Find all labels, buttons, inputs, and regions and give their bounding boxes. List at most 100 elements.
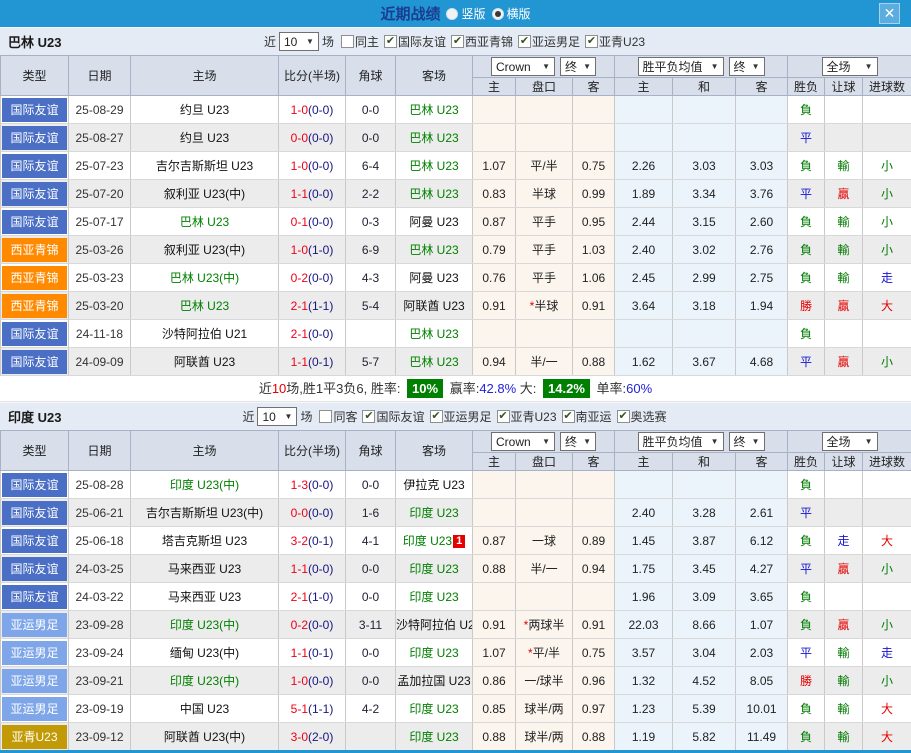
odds-stage-select[interactable]: 终▼ [560, 57, 596, 76]
league-filter-1[interactable]: ✔西亚青锦 [451, 33, 515, 50]
league-filter-4-checkbox-icon[interactable]: ✔ [617, 410, 630, 423]
same-venue[interactable]: 同主 [341, 33, 381, 50]
same-venue[interactable]: 同客 [319, 408, 359, 425]
away-team-name: 印度 U23 [409, 646, 458, 660]
avg-draw-odds: 8.66 [673, 611, 736, 639]
home-team-name: 马来西亚 U23 [168, 562, 241, 576]
league-filter-3[interactable]: ✔亚青U23 [585, 33, 647, 50]
league-filter-1-checkbox-icon[interactable]: ✔ [430, 410, 443, 423]
radio-vertical-icon[interactable] [446, 8, 458, 20]
away-team: 巴林 U23 [396, 348, 473, 376]
games-label: 场 [300, 408, 312, 425]
league-filter-3-checkbox-icon[interactable]: ✔ [562, 410, 575, 423]
fulltime-score: 1-1 [291, 646, 308, 660]
odds-stage-select[interactable]: 终▼ [560, 432, 596, 451]
match-row: 国际友谊25-07-17巴林 U230-1(0-0)0-3阿曼 U230.87平… [1, 208, 911, 236]
league-filter-0-checkbox-icon[interactable]: ✔ [362, 410, 375, 423]
league-filter-3-checkbox-icon[interactable]: ✔ [585, 35, 598, 48]
fulltime-score: 0-2 [291, 271, 308, 285]
avg-odds-select[interactable]: 胜平负均值▼ [638, 432, 724, 451]
scope-select[interactable]: 全场▼ [822, 432, 878, 451]
scope-select[interactable]: 全场▼ [822, 57, 878, 76]
result-cell: 勝 [788, 667, 825, 695]
corner-cell: 0-0 [346, 667, 396, 695]
match-count-select-value: 10 [262, 410, 275, 424]
fulltime-score: 2-1 [291, 299, 308, 313]
col-header: 主场 [131, 56, 279, 96]
result-cell: 平 [788, 639, 825, 667]
away-team: 阿曼 U23 [396, 264, 473, 292]
league-filter-0-checkbox-icon[interactable]: ✔ [384, 35, 397, 48]
result-cell: 負 [788, 723, 825, 751]
league-filter-2[interactable]: ✔亚运男足 [518, 33, 582, 50]
col-header: 日期 [69, 431, 131, 471]
page-title: 近期战绩 [380, 3, 440, 24]
avg-away-odds [736, 471, 788, 499]
bookmaker-select[interactable]: Crown▼ [491, 432, 555, 451]
home-team: 巴林 U23 [131, 292, 279, 320]
league-filter-0[interactable]: ✔国际友谊 [362, 408, 426, 425]
halftime-score: (0-0) [308, 103, 333, 117]
avg-stage-select[interactable]: 终▼ [729, 57, 765, 76]
goals-result-cell: 大 [863, 292, 911, 320]
match-count-select[interactable]: 10▼ [279, 32, 319, 51]
fulltime-score: 3-0 [291, 730, 308, 744]
league-filter-2-checkbox-icon[interactable]: ✔ [518, 35, 531, 48]
close-icon[interactable]: ✕ [879, 3, 900, 24]
league-filter-0[interactable]: ✔国际友谊 [384, 33, 448, 50]
same-venue-checkbox-icon[interactable] [341, 35, 354, 48]
avg-odds-select-value: 胜平负均值 [643, 58, 703, 75]
corner-cell: 0-0 [346, 124, 396, 152]
odds-home: 0.94 [473, 348, 516, 376]
handicap-result-cell [825, 499, 863, 527]
layout-radio-horizontal[interactable]: 横版 [492, 5, 531, 22]
summary-part-1: 10 [272, 381, 286, 396]
summary-part-3: 10% [407, 379, 443, 398]
odds-away [573, 124, 615, 152]
league-filter-1-checkbox-icon[interactable]: ✔ [451, 35, 464, 48]
league-filter-2[interactable]: ✔亚青U23 [497, 408, 559, 425]
home-team: 马来西亚 U23 [131, 555, 279, 583]
avg-draw-odds: 5.82 [673, 723, 736, 751]
odds-away: 0.89 [573, 527, 615, 555]
handicap-result-cell: 輸 [825, 695, 863, 723]
score-cell: 1-1(0-0) [279, 180, 346, 208]
league-filter-4[interactable]: ✔奥选赛 [617, 408, 669, 425]
odds-away: 0.75 [573, 639, 615, 667]
halftime-score: (0-0) [308, 674, 333, 688]
avg-away-odds: 2.61 [736, 499, 788, 527]
avg-stage-select[interactable]: 终▼ [729, 432, 765, 451]
bookmaker-select[interactable]: Crown▼ [491, 57, 555, 76]
match-type-cell: 国际友谊 [1, 96, 69, 124]
match-row: 国际友谊25-06-21吉尔吉斯斯坦 U23(中)0-0(0-0)1-6印度 U… [1, 499, 911, 527]
match-type-cell: 国际友谊 [1, 471, 69, 499]
radio-horizontal-icon[interactable] [492, 8, 504, 20]
handicap-line: 平手 [516, 236, 573, 264]
result-cell: 負 [788, 527, 825, 555]
layout-radio-vertical[interactable]: 竖版 [446, 5, 485, 22]
avg-home-odds: 2.40 [615, 236, 673, 264]
league-filter-3[interactable]: ✔南亚运 [562, 408, 614, 425]
same-venue-label: 同主 [355, 33, 379, 50]
home-team-name: 约旦 U23 [180, 131, 229, 145]
subcol-header: 主 [615, 453, 673, 471]
league-filter-2-checkbox-icon[interactable]: ✔ [497, 410, 510, 423]
avg-odds-select[interactable]: 胜平负均值▼ [638, 57, 724, 76]
match-count-select[interactable]: 10▼ [257, 407, 297, 426]
corner-cell: 1-6 [346, 499, 396, 527]
summary-bar: 近10场,胜1平3负6, 胜率: 10% 赢率:42.8% 大: 14.2% 单… [0, 376, 911, 402]
home-team-name: 印度 U23(中) [170, 674, 239, 688]
halftime-score: (0-0) [308, 187, 333, 201]
avg-odds-select-value: 胜平负均值 [643, 433, 703, 450]
goals-result-cell: 小 [863, 348, 911, 376]
match-date: 23-09-24 [69, 639, 131, 667]
league-filter-1[interactable]: ✔亚运男足 [430, 408, 494, 425]
bookmaker-group-header: Crown▼ 终▼ [473, 431, 615, 453]
chevron-down-icon: ▼ [306, 37, 314, 46]
avg-away-odds: 6.12 [736, 527, 788, 555]
corner-cell [346, 320, 396, 348]
result-cell: 勝 [788, 292, 825, 320]
odds-away: 1.06 [573, 264, 615, 292]
away-team: 巴林 U23 [396, 152, 473, 180]
same-venue-checkbox-icon[interactable] [319, 410, 332, 423]
